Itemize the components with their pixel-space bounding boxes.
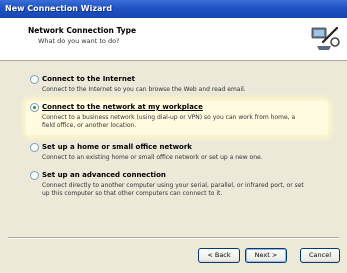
options-panel: Connect to the Internet Connect to the I… [0,61,347,231]
title-bar[interactable]: New Connection Wizard [0,0,347,18]
option-home-office-network[interactable]: Set up a home or small office network Co… [30,143,320,167]
window-title: New Connection Wizard [5,4,113,13]
option-description: Connect to the Internet so you can brows… [42,86,246,93]
radio-connect-internet[interactable] [30,75,39,84]
option-connect-workplace[interactable]: Connect to the network at my workplace C… [26,101,328,135]
network-wizard-icon [311,26,340,50]
header-subtitle: What do you want to do? [38,37,120,45]
button-separator [8,237,339,239]
radio-advanced-connection[interactable] [30,171,39,180]
option-description: Connect directly to another computer usi… [42,182,304,197]
option-connect-internet[interactable]: Connect to the Internet Connect to the I… [30,75,320,99]
radio-home-office-network[interactable] [30,143,39,152]
wizard-window: New Connection Wizard Network Connection… [0,0,347,273]
back-button[interactable]: < Back [198,248,240,263]
wizard-header: Network Connection Type What do you want… [0,18,347,61]
option-label: Set up an advanced connection [42,171,166,179]
next-button[interactable]: Next > [245,248,287,263]
cancel-button[interactable]: Cancel [300,248,340,263]
radio-selected-dot [33,106,36,109]
radio-connect-workplace[interactable] [30,103,39,112]
option-label: Connect to the network at my workplace [42,103,203,111]
option-description: Connect to a business network (using dia… [42,114,296,129]
option-label: Connect to the Internet [42,75,135,83]
option-description: Connect to an existing home or small off… [42,154,263,161]
option-advanced-connection[interactable]: Set up an advanced connection Connect di… [30,171,320,203]
header-title: Network Connection Type [28,26,137,35]
option-label: Set up a home or small office network [42,143,192,151]
